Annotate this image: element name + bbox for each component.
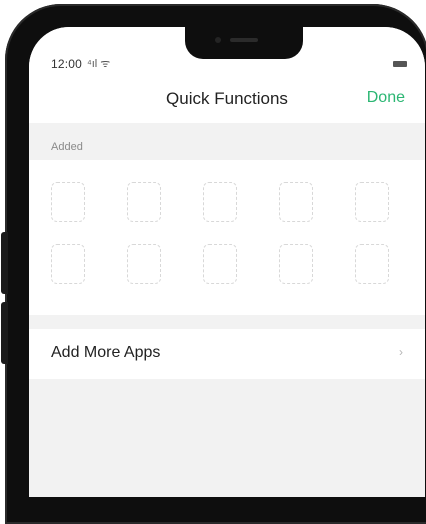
- empty-slot[interactable]: [203, 182, 237, 222]
- empty-slot[interactable]: [279, 244, 313, 284]
- empty-slot[interactable]: [355, 182, 389, 222]
- empty-slot[interactable]: [127, 244, 161, 284]
- notch: [185, 27, 303, 59]
- battery-icon: [393, 61, 407, 67]
- empty-slot[interactable]: [127, 182, 161, 222]
- empty-slot[interactable]: [279, 182, 313, 222]
- empty-slot[interactable]: [203, 244, 237, 284]
- phone-frame: 12:00 ⁴ıl ᯤ Quick Functions Done Added A…: [5, 4, 426, 524]
- added-panel: [29, 160, 425, 315]
- volume-down-button: [1, 302, 8, 364]
- empty-slot[interactable]: [51, 182, 85, 222]
- screen: 12:00 ⁴ıl ᯤ Quick Functions Done Added A…: [29, 27, 425, 497]
- empty-slot[interactable]: [355, 244, 389, 284]
- status-time: 12:00: [51, 57, 83, 71]
- add-more-apps-label: Add More Apps: [51, 344, 161, 361]
- earpiece-speaker: [230, 38, 258, 42]
- add-more-apps-row[interactable]: Add More Apps ›: [29, 329, 425, 379]
- volume-up-button: [1, 232, 8, 294]
- signal-icon: ⁴ıl ᯤ: [87, 58, 111, 70]
- chevron-right-icon: ›: [399, 345, 403, 359]
- done-button[interactable]: Done: [367, 89, 405, 107]
- front-camera: [215, 37, 221, 43]
- page-title: Quick Functions: [166, 89, 288, 108]
- section-label-added: Added: [51, 141, 83, 153]
- empty-slot[interactable]: [51, 244, 85, 284]
